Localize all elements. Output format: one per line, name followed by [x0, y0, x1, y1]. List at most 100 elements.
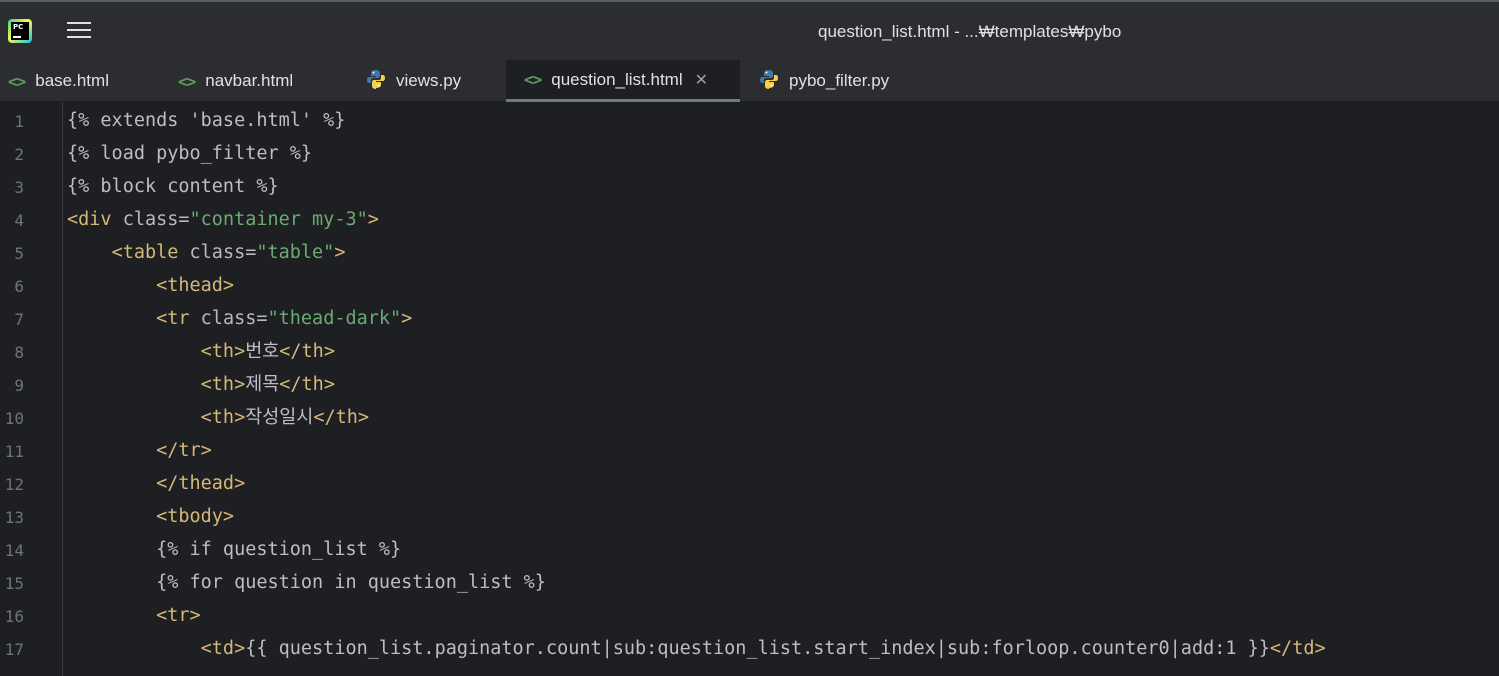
html-file-icon: <> [8, 71, 26, 91]
line-number: 7 [14, 310, 24, 329]
code-token: {% if question_list %} [156, 539, 402, 560]
code-line[interactable]: {% for question in question_list %} [67, 572, 546, 594]
line-number: 2 [14, 145, 24, 164]
html-file-icon: <> [524, 70, 542, 89]
code-line[interactable]: <thead> [67, 275, 234, 297]
line-number: 17 [4, 640, 24, 659]
html-file-icon: <> [178, 71, 196, 91]
code-line[interactable]: <td>{{ question_list.paginator.count|sub… [67, 638, 1326, 660]
code-token: {{ question_list.paginator.count|sub:que… [245, 638, 1270, 659]
code-line[interactable]: {% load pybo_filter %} [67, 143, 312, 165]
python-file-icon [759, 69, 779, 94]
tab-label: navbar.html [205, 71, 294, 90]
tab-question-list-html[interactable]: <> question_list.html ✕ [506, 60, 740, 102]
code-line[interactable]: <tbody> [67, 506, 234, 528]
line-number: 15 [4, 574, 24, 593]
line-number: 9 [14, 376, 24, 395]
code-token: </th> [313, 407, 370, 428]
code-line[interactable]: <table class="table"> [67, 242, 346, 264]
code-line[interactable]: <th>작성일시</th> [67, 407, 369, 429]
line-number: 16 [4, 607, 24, 626]
code-token: 작성일시 [245, 407, 314, 428]
tab-navbar-html[interactable]: <> navbar.html [178, 60, 348, 102]
code-token: </th> [279, 374, 335, 395]
code-line[interactable]: {% block content %} [67, 176, 279, 198]
code-line[interactable]: {% extends 'base.html' %} [67, 110, 345, 132]
code-line[interactable]: <th>번호</th> [67, 341, 335, 363]
code-token: {% block content %} [67, 176, 279, 197]
code-token: "container my-3" [189, 209, 368, 230]
code-line[interactable]: <tr> [67, 605, 201, 627]
code-line[interactable]: <tr class="thead-dark"> [67, 308, 412, 330]
line-number: 13 [4, 508, 24, 527]
code-editor[interactable]: 1 2 3 4 5 6 7 8 9 10 11 12 13 14 15 16 17 {% extends 'ba… [0, 102, 1499, 676]
line-number: 14 [4, 541, 24, 560]
line-number: 5 [14, 244, 24, 263]
code-token: class= [200, 308, 268, 329]
line-number: 6 [14, 277, 24, 296]
code-token: "thead-dark" [267, 308, 402, 329]
tab-base-html[interactable]: <> base.html [8, 60, 158, 102]
code-token: </td> [1269, 638, 1326, 659]
python-file-icon [366, 69, 386, 94]
code-token: </thead> [156, 473, 246, 494]
code-token: > [401, 308, 413, 329]
code-line[interactable]: </tr> [67, 440, 212, 462]
tab-label: question_list.html [551, 69, 683, 89]
code-token: <td> [200, 638, 246, 659]
close-icon[interactable]: ✕ [695, 70, 708, 90]
title-bar: PC question_list.html - ...₩templates₩py… [0, 0, 1499, 60]
code-token: <th> [200, 374, 246, 395]
line-number: 1 [14, 112, 24, 131]
code-token: <div [67, 209, 123, 230]
code-token: <thead> [156, 275, 235, 296]
code-token: <th> [200, 341, 246, 362]
line-number: 8 [14, 343, 24, 362]
code-token: class= [189, 242, 257, 263]
tab-pybo-filter-py[interactable]: pybo_filter.py [759, 60, 929, 102]
code-token: > [334, 242, 346, 263]
line-number: 11 [4, 442, 24, 461]
code-line[interactable]: <th>제목</th> [67, 374, 335, 396]
code-token: </tr> [156, 440, 212, 461]
line-number: 10 [4, 409, 24, 428]
code-token: <tr [156, 308, 201, 329]
code-token: {% for question in question_list %} [156, 572, 546, 593]
window-title: question_list.html - ...₩templates₩pybo [818, 22, 1122, 41]
tab-label: base.html [35, 71, 109, 90]
pycharm-logo-icon[interactable]: PC [8, 19, 32, 43]
code-token: {% load pybo_filter %} [67, 143, 313, 164]
tab-label: views.py [396, 71, 462, 90]
hamburger-menu-icon[interactable] [67, 21, 91, 41]
gutter-divider [62, 102, 63, 676]
code-token: 제목 [245, 374, 280, 395]
code-token: </th> [279, 341, 335, 362]
tab-views-py[interactable]: views.py [366, 60, 496, 102]
code-token: > [367, 209, 379, 230]
tab-label: pybo_filter.py [789, 71, 890, 90]
code-token: <th> [200, 407, 246, 428]
line-number: 4 [14, 211, 24, 230]
editor-tab-bar: <> base.html <> navbar.html views.py <> … [0, 60, 1499, 102]
code-token: class= [122, 209, 190, 230]
line-number: 3 [14, 178, 24, 197]
code-token: "table" [256, 242, 335, 263]
code-token: <tr> [156, 605, 201, 626]
code-token: 번호 [245, 341, 280, 362]
code-line[interactable]: {% if question_list %} [67, 539, 401, 561]
line-number: 12 [4, 475, 24, 494]
code-token: <tbody> [156, 506, 235, 527]
code-line[interactable]: <div class="container my-3"> [67, 209, 379, 231]
code-line[interactable]: </thead> [67, 473, 245, 495]
